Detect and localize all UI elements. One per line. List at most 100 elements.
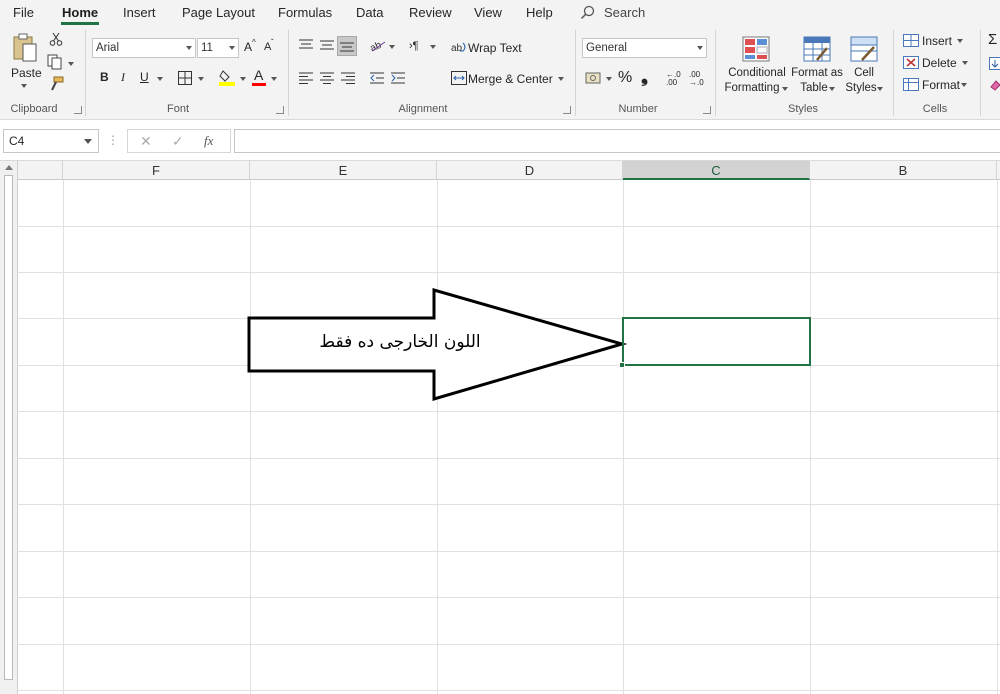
wrap-text-button[interactable]: Wrap Text bbox=[468, 41, 522, 55]
font-color-button[interactable]: A bbox=[254, 67, 263, 83]
grid-line bbox=[18, 644, 1000, 645]
tab-insert[interactable]: Insert bbox=[123, 5, 156, 20]
column-header-d[interactable]: D bbox=[437, 161, 623, 180]
merge-center-dropdown-icon[interactable] bbox=[558, 77, 564, 81]
scrollbar-thumb[interactable] bbox=[4, 175, 13, 680]
comma-style-button[interactable]: ❟ bbox=[641, 66, 648, 87]
number-launcher-icon[interactable] bbox=[703, 106, 711, 114]
bottom-align-button[interactable] bbox=[337, 36, 357, 56]
align-right-icon[interactable] bbox=[340, 71, 356, 85]
font-size-select[interactable]: 11 bbox=[197, 38, 239, 58]
tab-review[interactable]: Review bbox=[409, 5, 452, 20]
merge-center-button[interactable]: Merge & Center bbox=[468, 72, 553, 86]
cut-icon[interactable] bbox=[49, 32, 63, 46]
worksheet-grid[interactable]: F E D C B اللون الخارجى ده فقط bbox=[0, 161, 1000, 694]
cell-styles-line2[interactable]: Styles bbox=[844, 81, 878, 96]
fill-color-icon[interactable] bbox=[219, 68, 235, 86]
autosum-icon[interactable]: Σ bbox=[988, 31, 997, 48]
font-color-dropdown-icon[interactable] bbox=[271, 77, 277, 81]
clipboard-launcher-icon[interactable] bbox=[74, 106, 82, 114]
tab-formulas[interactable]: Formulas bbox=[278, 5, 332, 20]
rtl-direction-icon[interactable]: ›¶ bbox=[409, 40, 419, 52]
underline-button[interactable]: U bbox=[140, 70, 149, 84]
confirm-entry-icon[interactable]: ✓ bbox=[172, 133, 184, 150]
paste-dropdown-icon[interactable] bbox=[21, 84, 27, 88]
format-as-table-line1[interactable]: Format as bbox=[790, 66, 844, 81]
shrink-font-caret-icon: ˇ bbox=[271, 38, 274, 47]
column-header-b[interactable]: B bbox=[810, 161, 997, 180]
text-direction-dropdown-icon[interactable] bbox=[430, 45, 436, 49]
bold-button[interactable]: B bbox=[100, 70, 109, 84]
tab-view[interactable]: View bbox=[474, 5, 502, 20]
column-header-c[interactable]: C bbox=[623, 161, 810, 180]
paste-icon[interactable] bbox=[11, 32, 39, 64]
clear-icon[interactable] bbox=[989, 79, 1000, 91]
middle-align-icon[interactable] bbox=[319, 38, 335, 52]
insert-function-icon[interactable]: fx bbox=[204, 133, 213, 149]
number-format-select[interactable]: General bbox=[582, 38, 707, 58]
underline-dropdown-icon[interactable] bbox=[157, 77, 163, 81]
cell-styles-dropdown-icon[interactable] bbox=[877, 87, 883, 91]
conditional-formatting-line2[interactable]: Formatting bbox=[724, 81, 780, 96]
tab-data[interactable]: Data bbox=[356, 5, 383, 20]
copy-icon[interactable] bbox=[47, 54, 65, 70]
font-name-value: Arial bbox=[96, 42, 120, 54]
conditional-formatting-dropdown-icon[interactable] bbox=[782, 87, 788, 91]
decrease-decimal-icon[interactable]: .00 →.0 bbox=[689, 71, 704, 87]
font-launcher-icon[interactable] bbox=[276, 106, 284, 114]
format-cells-button[interactable]: Format bbox=[922, 78, 960, 92]
delete-cells-button[interactable]: Delete bbox=[922, 56, 957, 70]
formula-input[interactable] bbox=[234, 129, 1000, 153]
format-cells-dropdown-icon[interactable] bbox=[961, 83, 967, 87]
align-left-icon[interactable] bbox=[298, 71, 314, 85]
tab-file[interactable]: File bbox=[13, 5, 34, 20]
column-header-e[interactable]: E bbox=[250, 161, 437, 180]
format-painter-icon[interactable] bbox=[48, 76, 64, 92]
alignment-launcher-icon[interactable] bbox=[563, 106, 571, 114]
insert-cells-dropdown-icon[interactable] bbox=[957, 39, 963, 43]
search-label[interactable]: Search bbox=[604, 5, 645, 20]
copy-dropdown-icon[interactable] bbox=[68, 62, 74, 66]
name-box[interactable]: C4 bbox=[3, 129, 99, 153]
tab-home[interactable]: Home bbox=[62, 5, 98, 20]
paste-button[interactable]: Paste bbox=[11, 66, 42, 80]
orientation-dropdown-icon[interactable] bbox=[389, 45, 395, 49]
excel-window: File Home Insert Page Layout Formulas Da… bbox=[0, 0, 1000, 694]
bottom-align-icon bbox=[340, 42, 354, 52]
align-center-icon[interactable] bbox=[319, 71, 335, 85]
conditional-formatting-line1[interactable]: Conditional bbox=[724, 66, 790, 81]
borders-dropdown-icon[interactable] bbox=[198, 77, 204, 81]
increase-decimal-icon[interactable]: ←.0.00 bbox=[666, 71, 681, 87]
format-as-table-line2[interactable]: Table bbox=[794, 81, 834, 96]
tab-help[interactable]: Help bbox=[526, 5, 553, 20]
vertical-scrollbar[interactable] bbox=[0, 161, 18, 694]
fill-color-dropdown-icon[interactable] bbox=[240, 77, 246, 81]
percent-style-button[interactable]: % bbox=[618, 69, 632, 87]
borders-icon[interactable] bbox=[177, 70, 193, 86]
group-separator bbox=[715, 30, 716, 116]
accounting-dropdown-icon[interactable] bbox=[606, 77, 612, 81]
grow-font-button[interactable]: A bbox=[244, 40, 252, 54]
scroll-up-icon[interactable] bbox=[5, 165, 13, 170]
search-icon[interactable] bbox=[580, 5, 596, 21]
accounting-format-icon[interactable] bbox=[585, 71, 603, 85]
decrease-indent-icon[interactable] bbox=[369, 71, 385, 85]
fill-handle[interactable] bbox=[619, 362, 625, 368]
orientation-icon[interactable]: ab bbox=[369, 38, 387, 52]
cancel-entry-icon[interactable]: ✕ bbox=[140, 133, 152, 150]
delete-cells-dropdown-icon[interactable] bbox=[962, 61, 968, 65]
row-header-corner[interactable] bbox=[18, 161, 63, 180]
italic-button[interactable]: I bbox=[121, 70, 125, 85]
format-as-table-dropdown-icon[interactable] bbox=[829, 87, 835, 91]
font-name-select[interactable]: Arial bbox=[92, 38, 196, 58]
active-cell-c4[interactable] bbox=[622, 317, 811, 366]
column-header-f[interactable]: F bbox=[63, 161, 250, 180]
grid-line bbox=[623, 180, 624, 694]
fill-icon[interactable] bbox=[989, 57, 1000, 70]
top-align-icon[interactable] bbox=[298, 38, 314, 52]
insert-cells-button[interactable]: Insert bbox=[922, 34, 952, 48]
increase-indent-icon[interactable] bbox=[390, 71, 406, 85]
cell-styles-line1[interactable]: Cell bbox=[848, 66, 880, 81]
grid-line bbox=[437, 180, 438, 694]
tab-page-layout[interactable]: Page Layout bbox=[182, 5, 255, 20]
